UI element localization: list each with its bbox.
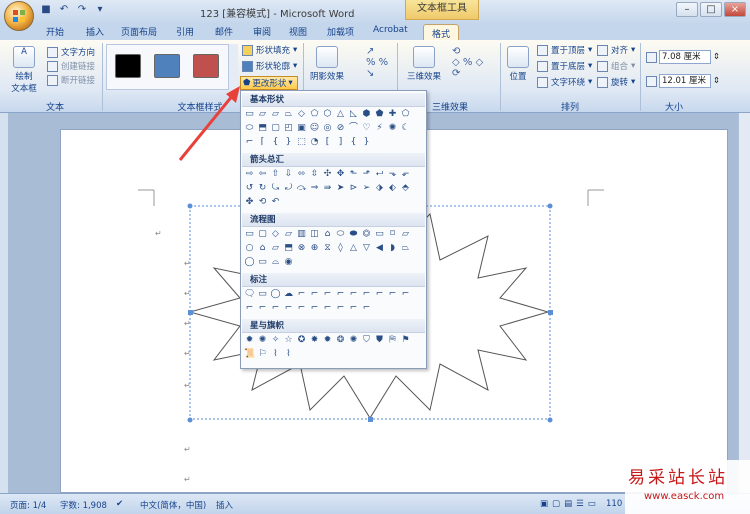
watermark-name: 易采站长站 [628,468,728,488]
svg-text:↵: ↵ [184,381,191,390]
office-logo-icon [13,10,25,22]
svg-text:↵: ↵ [155,229,162,238]
shape-row[interactable]: ⇨ ⇦ ⇧ ⇩ ⬄ ⇳ ✣ ✥ ⬑ ⬏ ⮠ ⬎ ⬐ [244,169,411,180]
office-button[interactable] [4,1,34,31]
change-shape-menu: 基本形状 ▭ ▱ ▱ ⏢ ◇ ⬠ ⬡ △ ◺ ⬢ ⬟ ✚ ⬠ ⬭ ⬒ ▢ ◰ ▣ ☺ ◎ ⊘ ⌒ ♡ ⚡ ✺ ☾ ⌐ ⌈{} ⬚ ◔[… [240,90,427,369]
shape-row[interactable]: ⌐ ⌈{} ⬚ ◔[]{} [244,137,372,148]
section-stars-banners: 星与旗帜 [242,319,425,333]
svg-text:↵: ↵ [184,445,191,454]
svg-text:↵: ↵ [184,259,191,268]
shape-row[interactable]: ⬭ ⬒ ▢ ◰ ▣ ☺ ◎ ⊘ ⌒ ♡ ⚡ ✺ ☾ [244,123,411,134]
shape-row[interactable]: ◯ ▭ ⌓ ◉ [244,257,294,268]
shape-row[interactable]: ✹ ✺ ✧ ☆ ✪ ✸ ✹ ❂ ✺ ⛉ ⛊ ⛿ ⚑ [244,335,411,346]
shape-row[interactable]: ✤ ⟲ ↶ [244,197,281,208]
svg-text:↵: ↵ [184,349,191,358]
watermark-url: www.easck.com [644,491,725,502]
shape-row[interactable]: ▭ ▢ ◇ ▱ ▥ ◫ ⌂ ⬭ ⬬ ⏣ ▭ ⌑ ⏥ [244,229,411,240]
section-flowchart: 流程图 [242,213,425,227]
shape-row[interactable]: ▭ ▱ ▱ ⏢ ◇ ⬠ ⬡ △ ◺ ⬢ ⬟ ✚ ⬠ [244,109,411,120]
red-arrow-icon [178,86,240,161]
svg-text:↵: ↵ [184,289,191,298]
shape-row[interactable]: ○ ⌂ ▱ ⬒ ⊗ ⊕ ⧖ ◊ △ ▽ ◀ ◗ ⏢ [244,243,411,254]
shape-row[interactable]: 🗨 ▭ ◯ ☁ ⌐ ⌐ ⌐ ⌐ ⌐ ⌐ ⌐ ⌐ ⌐ [244,289,411,300]
svg-text:↵: ↵ [184,319,191,328]
shape-row[interactable]: ↺ ↻ ⤿ ⤾ ⤼ ⇒ ⇛ ➤ ⊳ ➢ ⬗ ⬖ ⬘ [244,183,411,194]
change-shape-icon: ⬟ [243,78,251,88]
paragraph-marks: ↵ ↵ ↵ ↵ ↵ ↵ ↵ ↵ [155,229,191,484]
section-block-arrows: 箭头总汇 [242,153,425,167]
change-shape-button[interactable]: ⬟ 更改形状 ▾ [240,76,298,90]
section-callouts: 标注 [242,273,425,287]
section-basic-shapes: 基本形状 [242,93,425,107]
shape-row[interactable]: ⌐ ⌐ ⌐ ⌐ ⌐ ⌐ ⌐ ⌐ ⌐ ⌐ [244,303,372,314]
svg-text:↵: ↵ [184,475,191,484]
shape-row[interactable]: 📜 ⚐ ⌇ ⌇ [244,349,294,360]
